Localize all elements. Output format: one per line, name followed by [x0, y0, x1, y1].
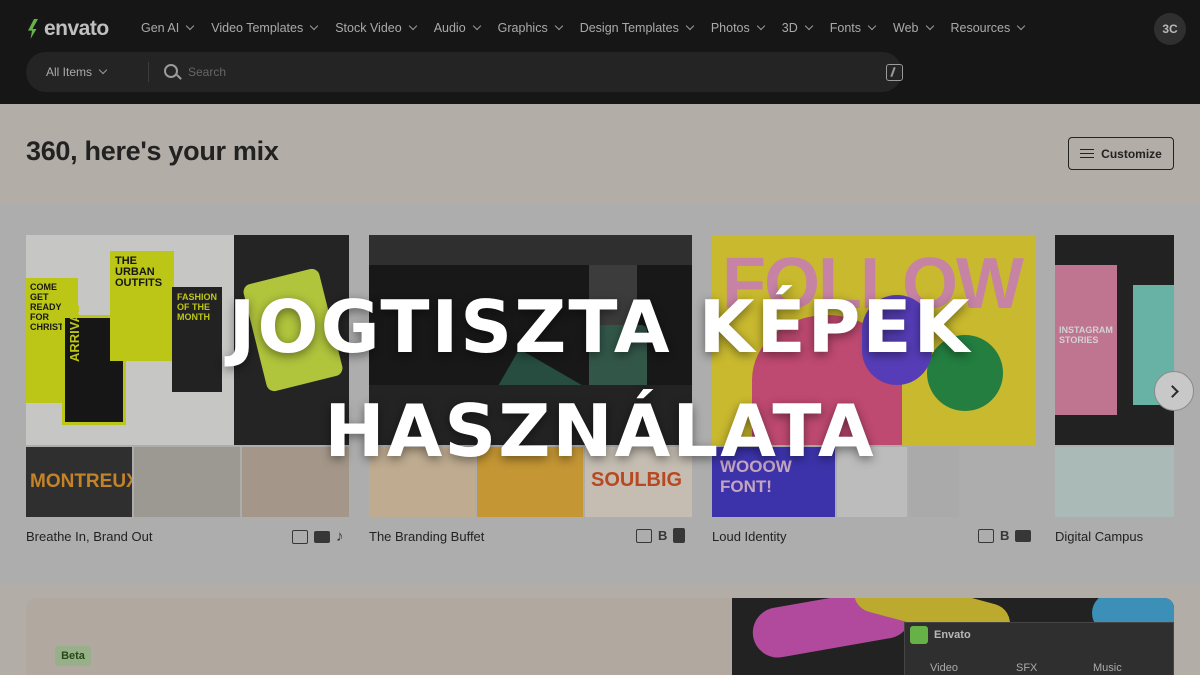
folder-icon — [314, 530, 330, 543]
headline-line-2: HASZNÁLATA — [324, 389, 876, 473]
nav-label: Video Templates — [211, 21, 304, 35]
chevron-down-icon — [756, 21, 766, 31]
collection-type-icons: ♪ — [292, 528, 344, 545]
nav-item-graphics[interactable]: Graphics — [497, 21, 563, 35]
video-template-icon — [636, 528, 652, 543]
video-template-icon — [978, 528, 994, 543]
folder-icon — [1015, 529, 1032, 542]
nav-item-fonts[interactable]: Fonts — [829, 21, 877, 35]
music-note-icon: ♪ — [336, 528, 344, 545]
search-bar: All Items — [26, 52, 903, 92]
top-navigation-bar: envato Gen AI Video Templates Stock Vide… — [0, 0, 1200, 104]
video-template-icon — [292, 529, 308, 544]
nav-item-web[interactable]: Web — [893, 21, 934, 35]
divider — [148, 62, 149, 82]
customize-label: Customize — [1101, 146, 1162, 161]
chevron-down-icon — [98, 65, 108, 75]
nav-item-gen-ai[interactable]: Gen AI — [141, 21, 195, 35]
espresso-machine — [369, 235, 692, 265]
search-icon — [164, 64, 178, 78]
chevron-down-icon — [925, 21, 934, 31]
nav-item-video-templates[interactable]: Video Templates — [211, 21, 319, 35]
envato-logo[interactable]: envato — [26, 17, 109, 41]
search-input[interactable] — [188, 61, 848, 83]
nav-label: Web — [893, 21, 919, 35]
user-avatar[interactable]: 3C — [1154, 13, 1186, 45]
nav-label: Fonts — [829, 21, 862, 35]
nav-label: Stock Video — [335, 21, 402, 35]
nav-item-3d[interactable]: 3D — [781, 21, 813, 35]
collection-title[interactable]: Digital Campus — [1055, 529, 1143, 544]
overlay-headline: JOGTISZTA KÉPEK HASZNÁLATA — [0, 275, 1200, 483]
nav-label: Photos — [710, 21, 750, 35]
collection-title[interactable]: The Branding Buffet — [369, 529, 484, 544]
collection-type-icons: B — [636, 528, 686, 543]
font-b-icon: B — [658, 528, 668, 543]
nav-label: Graphics — [497, 21, 548, 35]
nav-label: Gen AI — [141, 21, 180, 35]
brand-name: envato — [44, 17, 109, 40]
chevron-down-icon — [867, 21, 877, 31]
nav-label: 3D — [781, 21, 798, 35]
nav-label: Design Templates — [579, 21, 679, 35]
search-scope-dropdown[interactable]: All Items — [46, 65, 108, 79]
chevron-down-icon — [472, 21, 481, 31]
sliders-icon — [1080, 148, 1095, 160]
envato-leaf-icon — [910, 626, 928, 644]
nav-label: Resources — [950, 21, 1011, 35]
plugin-tab-video[interactable]: Video — [930, 662, 958, 674]
search-scope-label: All Items — [46, 65, 93, 79]
image-search-icon[interactable] — [886, 64, 903, 81]
chevron-down-icon — [408, 21, 417, 31]
headline-line-1: JOGTISZTA KÉPEK — [228, 285, 972, 369]
chevron-down-icon — [185, 21, 195, 31]
nav-item-photos[interactable]: Photos — [710, 21, 766, 35]
nav-item-resources[interactable]: Resources — [950, 21, 1026, 35]
plugin-promo-banner — [26, 598, 732, 675]
collection-title[interactable]: Breathe In, Brand Out — [26, 529, 152, 544]
nav-item-stock-video[interactable]: Stock Video — [335, 21, 417, 35]
nav-item-design-templates[interactable]: Design Templates — [579, 21, 695, 35]
chevron-down-icon — [309, 21, 319, 31]
beta-badge: Beta — [55, 646, 91, 666]
chevron-down-icon — [804, 21, 813, 31]
chevron-down-icon — [554, 21, 563, 31]
nav-item-audio[interactable]: Audio — [433, 21, 481, 35]
nav-label: Audio — [433, 21, 466, 35]
plugin-tab-music[interactable]: Music — [1093, 662, 1122, 674]
plugin-title: Envato — [934, 629, 971, 641]
plugin-tab-sfx[interactable]: SFX — [1016, 662, 1037, 674]
customize-button[interactable]: Customize — [1068, 137, 1174, 170]
main-nav: Gen AI Video Templates Stock Video Audio… — [141, 21, 1042, 35]
envato-leaf-icon — [26, 18, 40, 40]
file-icon — [673, 528, 686, 543]
font-b-icon: B — [1000, 528, 1010, 543]
chevron-down-icon — [1017, 21, 1026, 31]
collection-title[interactable]: Loud Identity — [712, 529, 786, 544]
page-title: 360, here's your mix — [26, 136, 279, 166]
collection-type-icons: B — [978, 528, 1032, 543]
chevron-down-icon — [685, 21, 695, 31]
